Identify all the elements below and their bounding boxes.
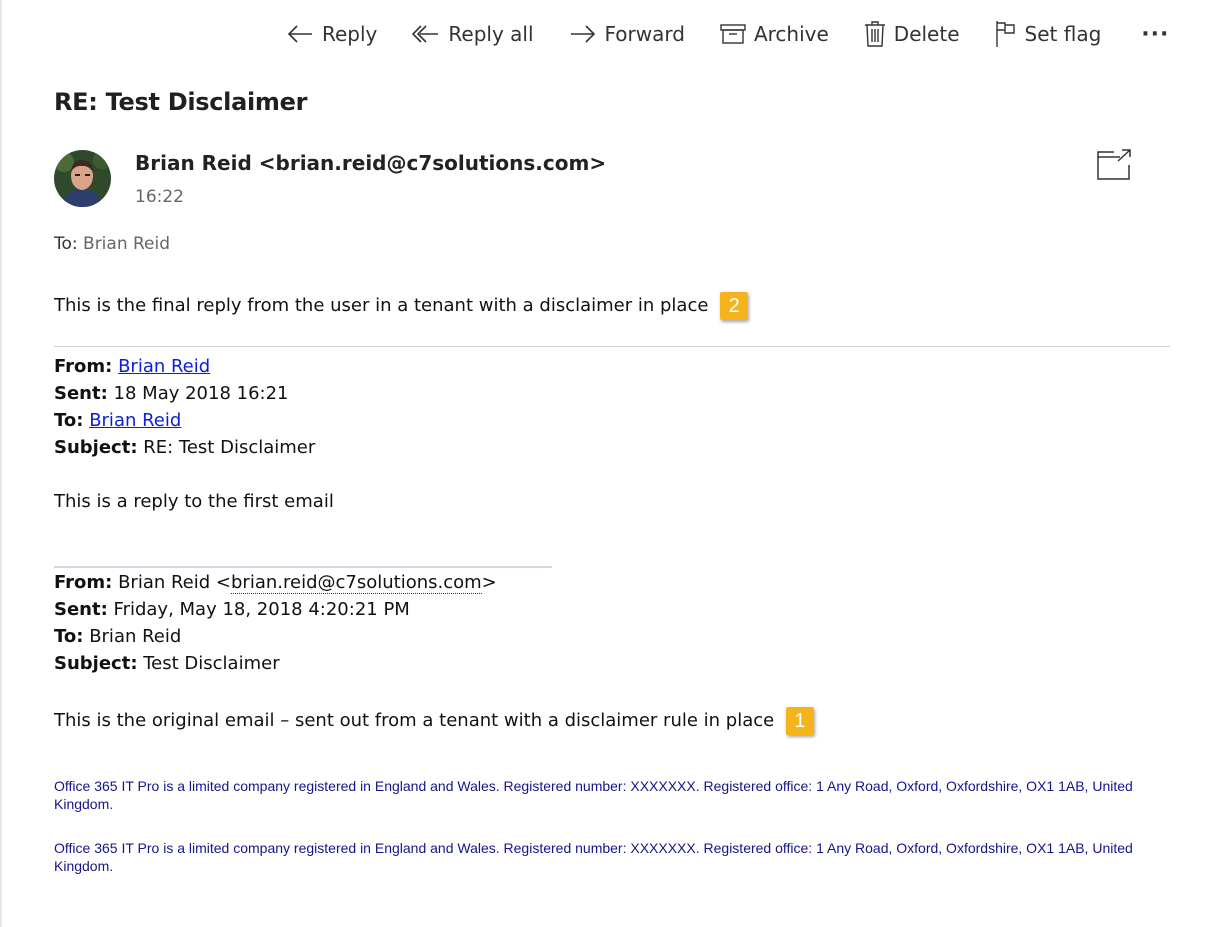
reply-all-button[interactable]: Reply all <box>412 22 534 46</box>
message-body-text: This is the final reply from the user in… <box>54 295 709 316</box>
archive-button[interactable]: Archive <box>720 22 829 46</box>
avatar[interactable] <box>54 150 111 207</box>
forward-label: Forward <box>604 22 685 46</box>
to-label: To: <box>54 234 78 254</box>
to-link[interactable]: Brian Reid <box>89 410 181 431</box>
disclaimer-text: Office 365 IT Pro is a limited company r… <box>54 778 1133 812</box>
recipient-name[interactable]: Brian Reid <box>83 234 170 254</box>
from-email[interactable]: brian.reid@c7solutions.com <box>231 572 482 594</box>
message-body: This is the final reply from the user in… <box>54 292 749 320</box>
sent-value: 18 May 2018 16:21 <box>113 383 289 404</box>
quote-divider <box>54 346 1170 347</box>
message-time: 16:22 <box>135 187 184 207</box>
sent-label: Sent: <box>54 599 108 620</box>
quoted2-to: To: Brian Reid <box>54 626 181 647</box>
left-border <box>0 0 2 927</box>
archive-icon <box>720 24 746 44</box>
quoted-sent: Sent: 18 May 2018 16:21 <box>54 383 289 404</box>
sent-value: Friday, May 18, 2018 4:20:21 PM <box>113 599 410 620</box>
from-close: > <box>481 572 497 593</box>
from-label: From: <box>54 572 113 593</box>
reply-label: Reply <box>322 22 378 46</box>
to-label: To: <box>54 410 84 431</box>
quote-divider-2 <box>54 566 552 568</box>
quoted-subject: Subject: RE: Test Disclaimer <box>54 437 315 458</box>
archive-label: Archive <box>753 22 829 46</box>
message-toolbar: Reply Reply all Forward Archive Delete S… <box>286 14 1169 54</box>
reply-button[interactable]: Reply <box>286 22 377 46</box>
from-link[interactable]: Brian Reid <box>118 356 210 377</box>
to-value: Brian Reid <box>89 626 182 647</box>
sender-name[interactable]: Brian Reid <brian.reid@c7solutions.com> <box>135 151 606 175</box>
quoted2-sent: Sent: Friday, May 18, 2018 4:20:21 PM <box>54 599 410 620</box>
from-name: Brian Reid < <box>118 572 231 593</box>
delete-icon <box>864 21 885 47</box>
quoted-body-2-text: This is the original email – sent out fr… <box>54 710 775 731</box>
message-subject: RE: Test Disclaimer <box>54 88 308 116</box>
quoted2-from: From: Brian Reid <brian.reid@c7solutions… <box>54 572 497 594</box>
quoted2-subject: Subject: Test Disclaimer <box>54 653 280 674</box>
flag-icon <box>995 21 1015 47</box>
subject-value: Test Disclaimer <box>143 653 280 674</box>
quoted-body-2: This is the original email – sent out fr… <box>54 707 814 735</box>
forward-button[interactable]: Forward <box>569 22 685 46</box>
from-label: From: <box>54 356 113 377</box>
quoted-to: To: Brian Reid <box>54 410 181 431</box>
subject-label: Subject: <box>54 437 138 458</box>
callout-badge-2: 2 <box>720 292 749 320</box>
set-flag-label: Set flag <box>1024 22 1102 46</box>
disclaimer-text: Office 365 IT Pro is a limited company r… <box>54 840 1133 874</box>
sent-label: Sent: <box>54 383 108 404</box>
recipient-line: To: Brian Reid <box>54 234 170 254</box>
reply-all-icon <box>412 25 439 43</box>
to-label: To: <box>54 626 84 647</box>
quoted-body-1: This is a reply to the first email <box>54 491 334 512</box>
subject-value: RE: Test Disclaimer <box>143 437 316 458</box>
delete-button[interactable]: Delete <box>864 21 960 47</box>
set-flag-button[interactable]: Set flag <box>995 20 1102 48</box>
forward-icon <box>570 25 595 43</box>
reply-all-label: Reply all <box>448 22 534 46</box>
subject-label: Subject: <box>54 653 138 674</box>
quoted-from: From: Brian Reid <box>54 356 210 377</box>
reply-icon <box>287 25 312 43</box>
popout-icon[interactable] <box>1096 149 1132 185</box>
callout-badge-1: 1 <box>785 707 814 735</box>
more-icon[interactable]: ··· <box>1141 22 1169 47</box>
delete-label: Delete <box>893 22 960 46</box>
